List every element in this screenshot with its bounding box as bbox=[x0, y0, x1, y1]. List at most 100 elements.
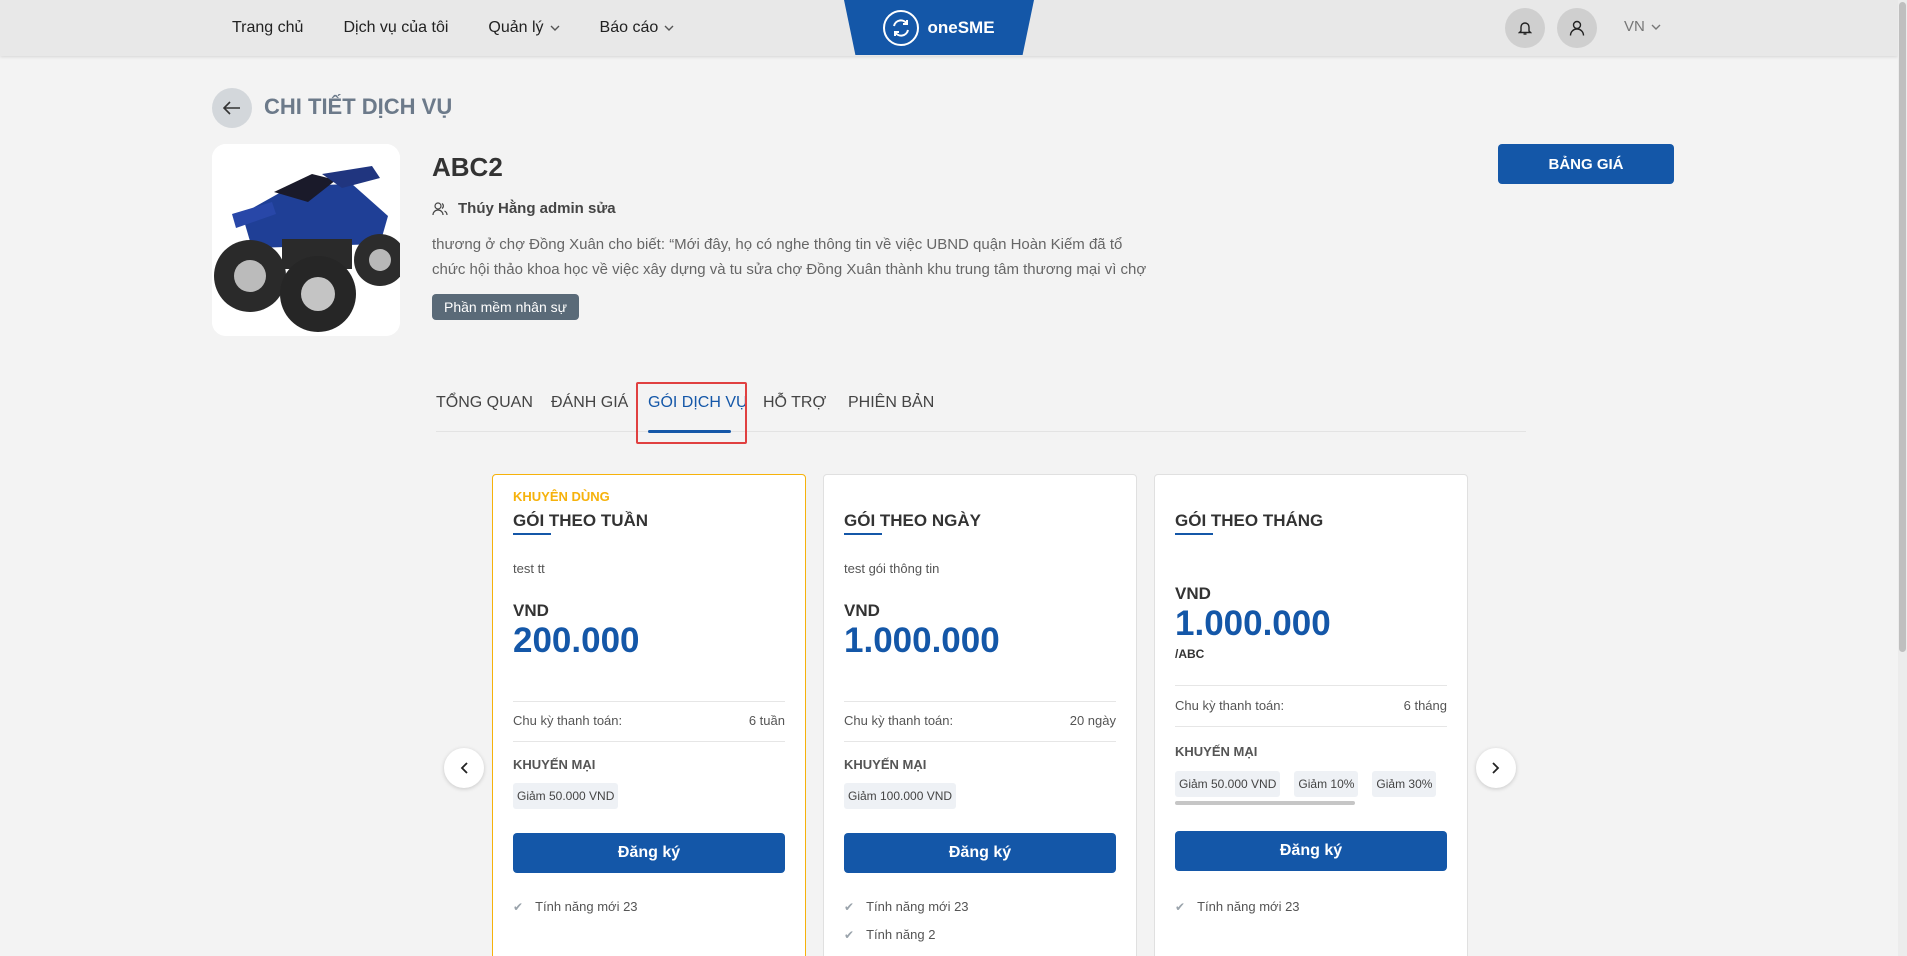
tab-versions[interactable]: PHIÊN BẢN bbox=[848, 394, 934, 412]
plan-name-underline bbox=[844, 533, 882, 535]
brand-name: oneSME bbox=[927, 17, 995, 37]
plan-currency: VND bbox=[513, 601, 549, 620]
owner-name: Thúy Hằng admin sửa bbox=[458, 200, 616, 217]
brand-logo[interactable]: oneSME bbox=[844, 0, 1034, 55]
feature-label: Tính năng mới 23 bbox=[535, 899, 638, 914]
divider bbox=[1175, 685, 1447, 686]
product-name: ABC2 bbox=[432, 152, 503, 182]
divider bbox=[513, 741, 785, 742]
cycle-value: 20 ngày bbox=[1069, 713, 1116, 728]
nav-my-services[interactable]: Dịch vụ của tôi bbox=[343, 19, 448, 37]
check-icon: ✔ bbox=[1175, 899, 1186, 914]
promo-tag: Giảm 10% bbox=[1294, 771, 1359, 797]
promo-list: Giảm 100.000 VND bbox=[844, 783, 1116, 809]
plan-card-monthly: GÓI THEO THÁNG VND 1.000.000 /ABC Chu kỳ… bbox=[1154, 474, 1468, 956]
nav-home-label: Trang chủ bbox=[232, 19, 304, 36]
detail-tabs: TỔNG QUAN ĐÁNH GIÁ GÓI DỊCH VỤ HỖ TRỢ PH… bbox=[436, 380, 1526, 432]
plan-card-weekly: KHUYÊN DÙNG GÓI THEO TUẦN test tt VND 20… bbox=[492, 474, 806, 956]
promo-tag: Giảm 50.000 VND bbox=[1175, 771, 1281, 797]
plan-currency: VND bbox=[1175, 584, 1211, 603]
plan-description: test gói thông tin bbox=[844, 561, 940, 576]
arrow-left-icon bbox=[223, 101, 240, 115]
chevron-down-icon bbox=[664, 25, 674, 31]
nav-manage-label: Quản lý bbox=[488, 19, 544, 36]
plan-price: 1.000.000 bbox=[1175, 604, 1331, 643]
plan-price: 1.000.000 bbox=[844, 621, 1000, 660]
check-icon: ✔ bbox=[844, 899, 855, 914]
product-owner: Thúy Hằng admin sửa bbox=[432, 200, 616, 217]
sync-logo-icon bbox=[883, 9, 920, 46]
tab-overview[interactable]: TỔNG QUAN bbox=[436, 394, 533, 412]
language-selector[interactable]: VN bbox=[1624, 18, 1661, 35]
check-icon: ✔ bbox=[513, 899, 524, 914]
plan-unit: /ABC bbox=[1175, 647, 1205, 661]
price-list-button[interactable]: BẢNG GIÁ bbox=[1498, 144, 1674, 184]
cycle-value: 6 tháng bbox=[1403, 698, 1447, 713]
register-button[interactable]: Đăng ký bbox=[844, 833, 1116, 873]
tab-support[interactable]: HỖ TRỢ bbox=[763, 394, 826, 412]
feature-label: Tính năng 2 bbox=[866, 927, 936, 942]
notification-button[interactable] bbox=[1505, 8, 1545, 48]
page-scrollbar[interactable] bbox=[1898, 0, 1907, 956]
user-icon bbox=[1569, 20, 1585, 36]
recommended-badge: KHUYÊN DÙNG bbox=[513, 489, 610, 504]
promo-title: KHUYẾN MẠI bbox=[513, 757, 596, 772]
language-label: VN bbox=[1624, 18, 1645, 35]
cycle-value: 6 tuần bbox=[748, 713, 785, 728]
plan-name: GÓI THEO TUẦN bbox=[513, 511, 649, 530]
main-nav: Trang chủ Dịch vụ của tôi Quản lý Báo cá… bbox=[232, 0, 674, 56]
payment-cycle: Chu kỳ thanh toán: 6 tháng bbox=[1175, 698, 1447, 713]
nav-my-services-label: Dịch vụ của tôi bbox=[343, 19, 449, 36]
payment-cycle: Chu kỳ thanh toán: 6 tuần bbox=[513, 713, 785, 728]
user-group-icon bbox=[432, 201, 448, 215]
feature-item: ✔ Tính năng 2 bbox=[844, 927, 935, 942]
user-button[interactable] bbox=[1557, 8, 1597, 48]
register-button[interactable]: Đăng ký bbox=[513, 833, 785, 873]
cycle-label: Chu kỳ thanh toán: bbox=[844, 713, 954, 728]
top-header: Trang chủ Dịch vụ của tôi Quản lý Báo cá… bbox=[0, 0, 1898, 56]
feature-label: Tính năng mới 23 bbox=[866, 899, 969, 914]
back-button[interactable] bbox=[212, 88, 252, 128]
carousel-next-button[interactable] bbox=[1476, 748, 1516, 788]
carousel-prev-button[interactable] bbox=[444, 748, 484, 788]
promo-list[interactable]: Giảm 50.000 VND Giảm 10% Giảm 30% bbox=[1175, 771, 1447, 797]
chevron-left-icon bbox=[460, 762, 468, 774]
promo-tag: Giảm 50.000 VND bbox=[513, 783, 619, 809]
product-description: thương ở chợ Đồng Xuân cho biết: “Mới đâ… bbox=[432, 236, 1147, 278]
promo-scrollbar[interactable] bbox=[1175, 801, 1355, 805]
nav-home[interactable]: Trang chủ bbox=[232, 19, 303, 37]
promo-tag: Giảm 30% bbox=[1372, 771, 1437, 797]
register-button[interactable]: Đăng ký bbox=[1175, 831, 1447, 871]
plan-card-daily: GÓI THEO NGÀY test gói thông tin VND 1.0… bbox=[823, 474, 1137, 956]
bell-icon bbox=[1518, 22, 1532, 35]
product-image bbox=[212, 144, 400, 336]
nav-report[interactable]: Báo cáo bbox=[600, 19, 675, 37]
nav-report-label: Báo cáo bbox=[599, 19, 659, 36]
plan-name: GÓI THEO THÁNG bbox=[1175, 511, 1324, 530]
plan-currency: VND bbox=[844, 601, 880, 620]
highlight-box bbox=[636, 382, 747, 444]
category-badge[interactable]: Phần mềm nhân sự bbox=[432, 294, 579, 320]
plan-name: GÓI THEO NGÀY bbox=[844, 511, 981, 530]
scrollbar-thumb[interactable] bbox=[1899, 2, 1906, 652]
feature-item: ✔ Tính năng mới 23 bbox=[1175, 899, 1300, 914]
feature-label: Tính năng mới 23 bbox=[1197, 899, 1300, 914]
feature-item: ✔ Tính năng mới 23 bbox=[844, 899, 969, 914]
feature-item: ✔ Tính năng mới 23 bbox=[513, 899, 638, 914]
chevron-right-icon bbox=[1492, 762, 1500, 774]
plan-description: test tt bbox=[513, 561, 545, 576]
payment-cycle: Chu kỳ thanh toán: 20 ngày bbox=[844, 713, 1116, 728]
promo-title: KHUYẾN MẠI bbox=[844, 757, 927, 772]
promo-title: KHUYẾN MẠI bbox=[1175, 744, 1258, 759]
promo-list: Giảm 50.000 VND bbox=[513, 783, 785, 809]
divider bbox=[844, 741, 1116, 742]
divider bbox=[513, 701, 785, 702]
nav-manage[interactable]: Quản lý bbox=[488, 19, 560, 37]
page-title: CHI TIẾT DỊCH VỤ bbox=[264, 94, 453, 119]
divider bbox=[844, 701, 1116, 702]
check-icon: ✔ bbox=[844, 927, 855, 942]
tab-reviews[interactable]: ĐÁNH GIÁ bbox=[551, 394, 628, 412]
plan-name-underline bbox=[513, 533, 551, 535]
cycle-label: Chu kỳ thanh toán: bbox=[513, 713, 623, 728]
divider bbox=[1175, 726, 1447, 727]
